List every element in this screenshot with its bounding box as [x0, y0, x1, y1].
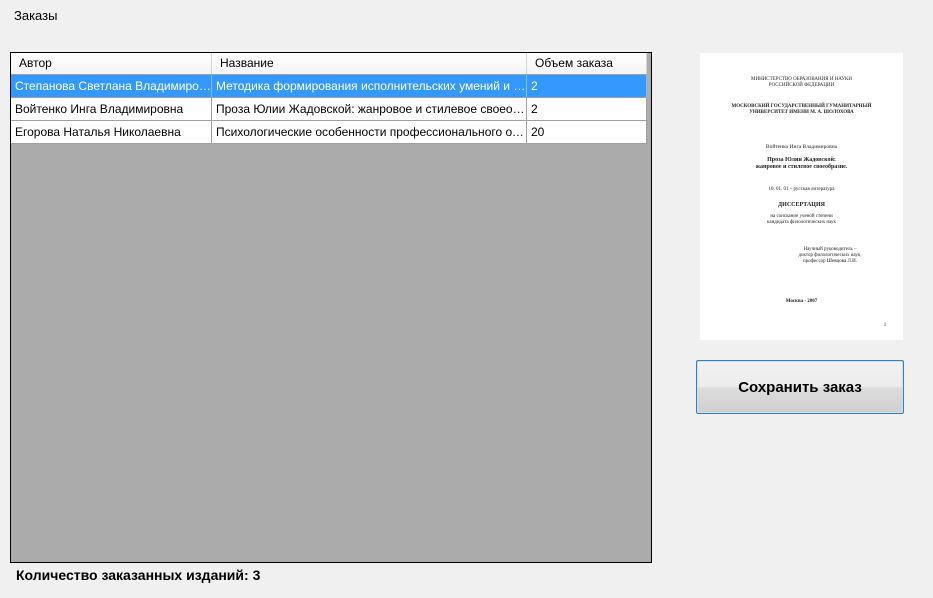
preview-federation: РОССИЙСКОЙ ФЕДЕРАЦИИ [768, 83, 835, 88]
cell-title[interactable]: Методика формирования исполнительских ум… [212, 75, 527, 97]
cell-title[interactable]: Проза Юлии Жадовской: жанровое и стилево… [212, 98, 527, 120]
preview-page-number: 1 [883, 323, 887, 328]
cell-author[interactable]: Войтенко Инга Владимировна [11, 98, 212, 120]
column-header-author[interactable]: Автор [11, 53, 212, 74]
preview-work-title-line2: жанровое и стилевое своеобразие. [755, 164, 848, 170]
column-header-title[interactable]: Название [212, 53, 527, 74]
preview-degree-line2: кандидата филологических наук [767, 220, 836, 225]
preview-supervisor-line3: профессор Шевцова Л.И. [802, 259, 857, 264]
table-row[interactable]: Войтенко Инга Владимировна Проза Юлии Жа… [11, 98, 647, 121]
table-row[interactable]: Степанова Светлана Владимировна... Метод… [11, 75, 647, 98]
preview-author: Войтенко Инга Владимировна [765, 144, 838, 150]
preview-city-year: Москва - 2007 [785, 299, 818, 304]
table-row[interactable]: Егорова Наталья Николаевна Психологическ… [11, 121, 647, 144]
grid-rows: Степанова Светлана Владимировна... Метод… [11, 75, 647, 144]
cell-title[interactable]: Психологические особенности профессионал… [212, 121, 527, 143]
grid-header: Автор Название Объем заказа [11, 53, 647, 75]
cell-author[interactable]: Степанова Светлана Владимировна... [11, 75, 212, 97]
page-title: Заказы [14, 8, 58, 23]
preview-university-line2: УНИВЕРСИТЕТ ИМЕНИ М. А. ШОЛОХОВА [749, 110, 854, 115]
preview-specialty: 10. 01. 01 – русская литература [768, 187, 835, 192]
preview-work-title-line1: Проза Юлии Жадовской: [767, 157, 836, 163]
cover-preview-image: МИНИСТЕРСТВО ОБРАЗОВАНИЯ И НАУКИ РОССИЙС… [700, 53, 903, 340]
preview-dissertation: ДИССЕРТАЦИЯ [778, 202, 825, 208]
cell-volume[interactable]: 2 [527, 98, 647, 120]
save-order-button[interactable]: Сохранить заказ [696, 360, 904, 414]
ordered-count-label: Количество заказанных изданий: 3 [16, 567, 261, 583]
cell-author[interactable]: Егорова Наталья Николаевна [11, 121, 212, 143]
orders-grid[interactable]: Автор Название Объем заказа Степанова Св… [10, 52, 652, 563]
cell-volume[interactable]: 20 [527, 121, 647, 143]
column-header-volume[interactable]: Объем заказа [527, 53, 647, 74]
cell-volume[interactable]: 2 [527, 75, 647, 97]
